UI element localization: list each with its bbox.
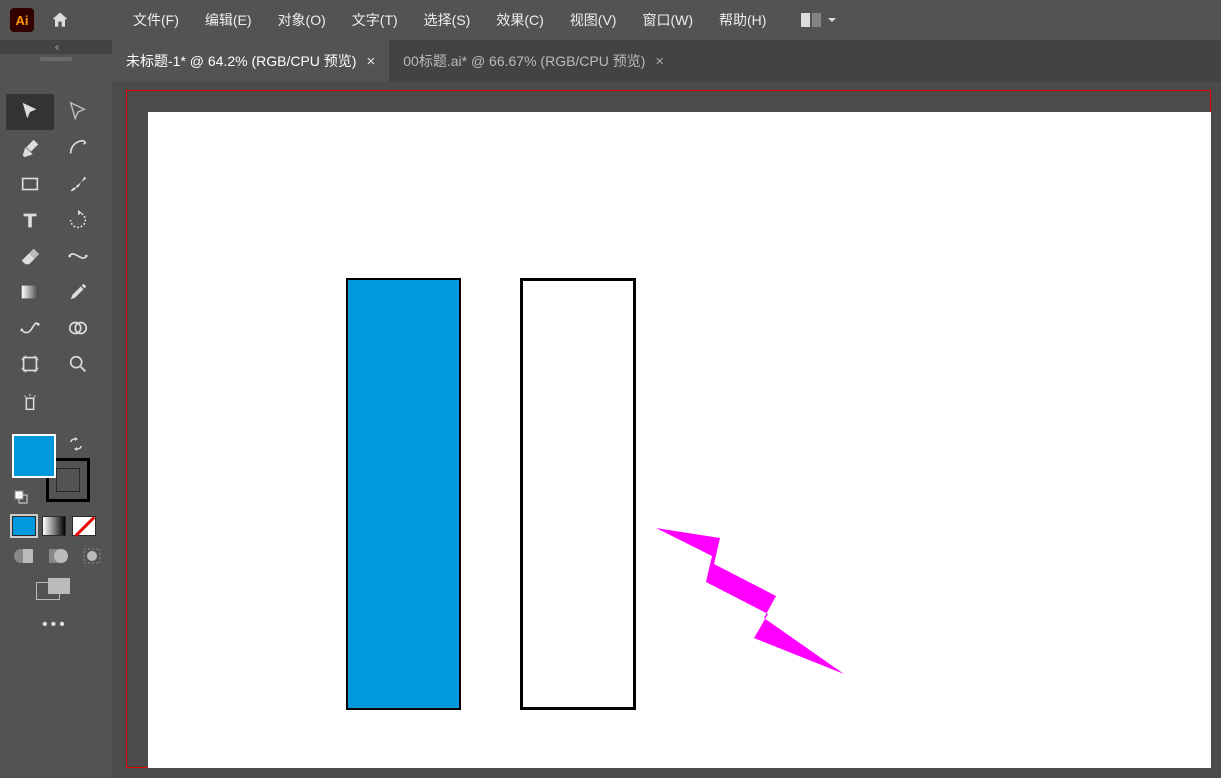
default-fill-stroke-icon[interactable] [14, 490, 28, 507]
workspace-switcher[interactable] [801, 13, 837, 27]
tool-pen[interactable] [6, 130, 54, 166]
artboard[interactable] [148, 112, 1211, 768]
draw-behind-icon[interactable] [46, 546, 70, 566]
annotation-arrow-icon [656, 522, 856, 682]
left-panel: ‹‹ [0, 40, 112, 778]
home-icon[interactable] [48, 8, 72, 32]
tab-1[interactable]: 00标题.ai* @ 66.67% (RGB/CPU 预览) × [389, 40, 678, 82]
menu-window[interactable]: 窗口(W) [629, 0, 706, 40]
color-mode-gradient[interactable] [42, 516, 66, 536]
close-icon[interactable]: × [366, 53, 375, 70]
menu-items: 文件(F) 编辑(E) 对象(O) 文字(T) 选择(S) 效果(C) 视图(V… [120, 0, 779, 40]
close-icon[interactable]: × [655, 53, 664, 70]
menu-select[interactable]: 选择(S) [411, 0, 484, 40]
menu-view[interactable]: 视图(V) [557, 0, 630, 40]
color-mode-solid[interactable] [12, 516, 36, 536]
edit-toolbar-icon[interactable]: ••• [42, 616, 106, 634]
collapse-handle[interactable]: ‹‹ [0, 40, 112, 54]
tool-curvature[interactable] [54, 130, 102, 166]
swap-fill-stroke-icon[interactable] [68, 436, 84, 455]
color-mode-none[interactable] [72, 516, 96, 536]
menu-effect[interactable]: 效果(C) [483, 0, 556, 40]
tool-artboard[interactable] [6, 346, 54, 382]
tab-label: 未标题-1* @ 64.2% (RGB/CPU 预览) [126, 51, 356, 71]
tool-direct-selection[interactable] [54, 94, 102, 130]
tool-selection[interactable] [6, 94, 54, 130]
toolbox: ••• [6, 94, 106, 634]
canvas-area[interactable] [112, 82, 1221, 778]
menu-type[interactable]: 文字(T) [339, 0, 411, 40]
tool-rotate[interactable] [54, 202, 102, 238]
fill-swatch[interactable] [12, 434, 56, 478]
tool-eyedropper[interactable] [54, 274, 102, 310]
menu-file[interactable]: 文件(F) [120, 0, 192, 40]
color-mode-row [12, 516, 106, 536]
workspace-icon [801, 13, 821, 27]
fill-stroke-swatch[interactable] [12, 434, 92, 510]
tool-eraser[interactable] [6, 238, 54, 274]
tool-type[interactable] [6, 202, 54, 238]
draw-inside-icon[interactable] [80, 546, 104, 566]
app-logo: Ai [10, 8, 34, 32]
tab-0[interactable]: 未标题-1* @ 64.2% (RGB/CPU 预览) × [112, 40, 389, 82]
tool-blend[interactable] [6, 310, 54, 346]
tool-shape-builder[interactable] [54, 310, 102, 346]
screen-mode-icon[interactable] [36, 578, 76, 602]
tool-width[interactable] [54, 238, 102, 274]
menu-object[interactable]: 对象(O) [265, 0, 339, 40]
tool-gradient[interactable] [6, 274, 54, 310]
document-tabstrip: 未标题-1* @ 64.2% (RGB/CPU 预览) × 00标题.ai* @… [112, 40, 1221, 82]
shape-rect-blue[interactable] [346, 278, 461, 710]
draw-mode-row [12, 546, 106, 566]
tab-label: 00标题.ai* @ 66.67% (RGB/CPU 预览) [403, 51, 645, 71]
draw-normal-icon[interactable] [12, 546, 36, 566]
shape-rect-white[interactable] [520, 278, 636, 710]
menu-edit[interactable]: 编辑(E) [192, 0, 265, 40]
chevron-down-icon [827, 15, 837, 25]
tool-zoom[interactable] [54, 346, 102, 382]
menu-bar: Ai 文件(F) 编辑(E) 对象(O) 文字(T) 选择(S) 效果(C) 视… [0, 0, 1221, 40]
tool-paintbrush[interactable] [54, 166, 102, 202]
tool-symbol-sprayer[interactable] [6, 384, 54, 420]
tool-rectangle[interactable] [6, 166, 54, 202]
menu-help[interactable]: 帮助(H) [706, 0, 779, 40]
